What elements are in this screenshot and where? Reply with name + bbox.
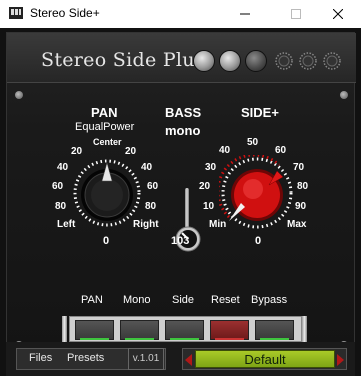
status-led-1 (193, 50, 215, 72)
pan-toggle-button[interactable] (75, 320, 114, 340)
pan-value: 0 (103, 235, 110, 247)
side-scale-80: 80 (297, 181, 309, 192)
mono-button-label: Mono (123, 294, 151, 306)
bass-mode-label: mono (165, 123, 201, 138)
next-preset-icon[interactable] (337, 354, 344, 366)
files-button[interactable]: Files (29, 352, 52, 364)
mini-knob-3[interactable] (323, 52, 341, 70)
header-strip: Stereo Side Plus (7, 33, 356, 83)
side-scale-90: 90 (295, 201, 307, 212)
maximize-button[interactable] (273, 0, 319, 28)
bypass-button-label: Bypass (251, 294, 288, 306)
presets-button[interactable]: Presets (67, 352, 104, 364)
pan-knob[interactable] (73, 159, 141, 227)
button-bar-right-cap (302, 316, 307, 342)
mini-knob-1[interactable] (275, 52, 293, 70)
close-icon (333, 9, 343, 19)
mono-toggle-button[interactable] (120, 320, 159, 340)
button-bar (69, 316, 302, 342)
side-value: 0 (255, 235, 262, 247)
minimize-button[interactable] (222, 0, 268, 28)
preset-name-display[interactable]: Default (195, 350, 335, 368)
app-icon (9, 7, 23, 19)
side-toggle-button[interactable] (165, 320, 204, 340)
mini-knob-2[interactable] (299, 52, 317, 70)
status-led-2 (219, 50, 241, 72)
bass-label: BASS (165, 105, 202, 120)
side-label: SIDE+ (241, 105, 279, 120)
screw-top-left (15, 91, 23, 99)
close-button[interactable] (315, 0, 361, 28)
previous-preset-icon[interactable] (185, 354, 192, 366)
pan-mode-label: EqualPower (75, 121, 135, 133)
pan-button-label: PAN (81, 294, 103, 306)
side-scale-10: 10 (203, 201, 215, 212)
plugin-face: Stereo Side Plus PAN EqualPower Center 2… (6, 32, 356, 358)
side-scale-50: 50 (247, 137, 259, 148)
pan-label: PAN (91, 105, 118, 120)
pan-scale-r60: 60 (147, 181, 159, 192)
screw-top-right (340, 91, 348, 99)
pan-scale-r20: 20 (125, 146, 137, 157)
plugin-panel: Stereo Side Plus PAN EqualPower Center 2… (0, 28, 361, 376)
pan-scale-l20: 20 (71, 146, 83, 157)
pan-scale-r40: 40 (141, 162, 153, 173)
side-button-label: Side (172, 294, 195, 306)
side-knob[interactable] (219, 155, 295, 231)
pan-scale-l80: 80 (55, 201, 67, 212)
bass-value: 103 (171, 235, 190, 247)
title-bar: Stereo Side+ (0, 0, 361, 28)
pan-scale-r80: 80 (145, 201, 157, 212)
footer-bar: Files Presets v.1.01 Default (6, 342, 355, 376)
status-led-3 (245, 50, 267, 72)
side-scale-20: 20 (199, 181, 211, 192)
bypass-toggle-button[interactable] (255, 320, 294, 340)
side-scale-30: 30 (205, 162, 217, 173)
reset-button[interactable] (210, 320, 249, 340)
minimize-icon (240, 13, 250, 15)
window-title: Stereo Side+ (30, 6, 100, 20)
version-label: v.1.01 (128, 348, 164, 370)
pan-scale-l40: 40 (57, 162, 69, 173)
maximize-icon (291, 9, 301, 19)
preset-selector: Default (182, 348, 347, 370)
pan-center-label: Center (93, 137, 122, 147)
reset-button-label: Reset (211, 294, 240, 306)
plugin-title: Stereo Side Plus (41, 49, 205, 71)
button-bar-left-cap (62, 316, 67, 342)
pan-scale-l60: 60 (52, 181, 64, 192)
